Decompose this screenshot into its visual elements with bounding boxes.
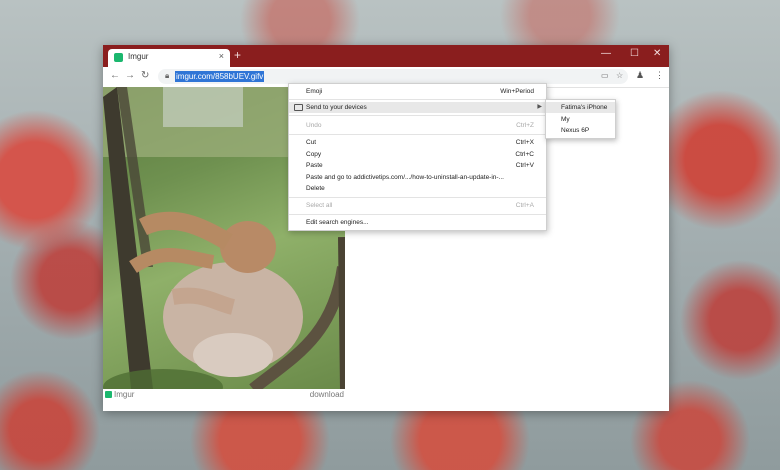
- tab-title: Imgur: [128, 52, 149, 61]
- menu-item-edit-search-engines[interactable]: Edit search engines...: [289, 217, 546, 228]
- menu-item-label: Undo: [306, 122, 322, 129]
- submenu-arrow-icon: ▶: [537, 104, 542, 110]
- devices-submenu: Fatima's iPhone My Nexus 6P: [545, 99, 616, 139]
- menu-item-cut[interactable]: Cut Ctrl+X: [289, 137, 546, 148]
- device-label: Nexus 6P: [561, 127, 590, 134]
- device-label: My: [561, 116, 570, 123]
- menu-item-shortcut: Ctrl+C: [515, 151, 534, 158]
- menu-kebab-icon[interactable]: ⋮: [655, 70, 664, 81]
- menu-item-emoji[interactable]: Emoji Win+Period: [289, 86, 546, 97]
- menu-item-label: Paste: [306, 162, 323, 169]
- imgur-logo-icon: [105, 391, 112, 398]
- minimize-button[interactable]: —: [601, 48, 611, 59]
- device-label: Fatima's iPhone: [561, 104, 608, 111]
- context-menu: Emoji Win+Period Send to your devices ▶ …: [288, 83, 547, 231]
- menu-item-label: Send to your devices: [306, 104, 367, 111]
- menu-item-shortcut: Ctrl+Z: [516, 122, 534, 129]
- menu-item-paste[interactable]: Paste Ctrl+V: [289, 160, 546, 171]
- menu-item-paste-and-go[interactable]: Paste and go to addictivetips.com/.../ho…: [289, 172, 546, 183]
- send-tab-icon[interactable]: ▭: [601, 71, 609, 80]
- menu-item-label: Cut: [306, 139, 317, 146]
- menu-separator: [289, 99, 546, 100]
- title-bar: Imgur × + — ☐ ✕: [103, 45, 669, 67]
- menu-item-select-all: Select all Ctrl+A: [289, 200, 546, 211]
- menu-item-label: Delete: [306, 185, 325, 192]
- menu-item-delete[interactable]: Delete: [289, 183, 546, 194]
- menu-item-label: Paste and go to addictivetips.com/.../ho…: [306, 174, 504, 181]
- device-nexus-6p[interactable]: Nexus 6P: [546, 125, 615, 136]
- menu-item-shortcut: Ctrl+X: [515, 139, 534, 146]
- devices-icon: [294, 104, 303, 111]
- address-bar[interactable]: 🔒︎ imgur.com/858bUEV.gifv ▭ ☆: [158, 69, 628, 84]
- reload-button[interactable]: ↻: [141, 70, 149, 81]
- close-window-button[interactable]: ✕: [653, 48, 661, 59]
- menu-item-shortcut: Ctrl+V: [515, 162, 534, 169]
- menu-item-label: Edit search engines...: [306, 219, 369, 226]
- menu-item-shortcut: Win+Period: [500, 88, 534, 95]
- menu-separator: [289, 197, 546, 198]
- extension-icon[interactable]: ♟: [636, 70, 644, 81]
- caption-site[interactable]: Imgur: [114, 390, 134, 399]
- new-tab-button[interactable]: +: [234, 48, 241, 62]
- menu-item-label: Emoji: [306, 88, 323, 95]
- menu-separator: [289, 115, 546, 116]
- back-button[interactable]: ←: [110, 70, 120, 81]
- image-caption-bar: Imgur download: [103, 389, 345, 403]
- maximize-button[interactable]: ☐: [630, 48, 639, 59]
- menu-item-shortcut: Ctrl+A: [515, 202, 534, 209]
- device-my[interactable]: My: [546, 114, 615, 125]
- device-fatimas-iphone[interactable]: Fatima's iPhone: [546, 102, 615, 113]
- menu-separator: [289, 214, 546, 215]
- lock-icon: 🔒︎: [165, 71, 170, 80]
- menu-item-label: Copy: [306, 151, 322, 158]
- menu-item-undo: Undo Ctrl+Z: [289, 120, 546, 131]
- forward-button[interactable]: →: [125, 70, 135, 81]
- menu-separator: [289, 134, 546, 135]
- imgur-favicon-icon: [114, 53, 123, 62]
- menu-item-label: Select all: [306, 202, 333, 209]
- address-bar-url[interactable]: imgur.com/858bUEV.gifv: [175, 71, 265, 82]
- tab-imgur[interactable]: Imgur ×: [108, 49, 230, 67]
- download-link[interactable]: download: [310, 390, 344, 399]
- menu-item-send-to-devices[interactable]: Send to your devices ▶: [289, 102, 546, 113]
- tab-close-icon[interactable]: ×: [219, 51, 224, 61]
- bookmark-star-icon[interactable]: ☆: [616, 71, 623, 80]
- menu-item-copy[interactable]: Copy Ctrl+C: [289, 149, 546, 160]
